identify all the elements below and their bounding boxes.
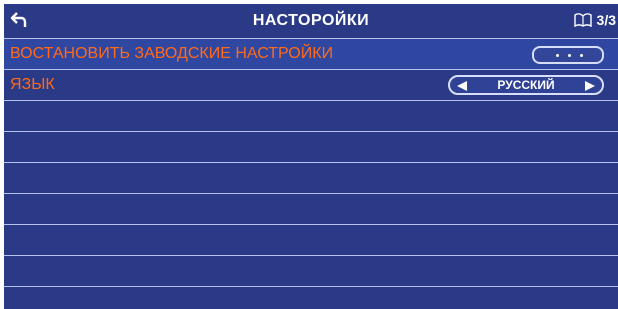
list-item-empty — [4, 162, 618, 193]
list-item-empty — [4, 286, 618, 309]
triangle-left-icon[interactable] — [456, 80, 468, 92]
list-item-empty — [4, 100, 618, 131]
factory-reset-button[interactable] — [532, 46, 604, 64]
language-value: РУССКИЙ — [497, 78, 555, 92]
open-book-icon — [574, 13, 592, 27]
dot-icon — [580, 54, 583, 57]
dot-icon — [568, 54, 571, 57]
header-bar: НАСТОРОЙКИ 3/3 — [4, 4, 618, 37]
triangle-right-icon[interactable] — [584, 80, 596, 92]
language-selector[interactable]: РУССКИЙ — [448, 75, 604, 95]
factory-reset-label: ВОСТАНОВИТЬ ЗАВОДСКИЕ НАСТРОЙКИ — [10, 45, 334, 62]
settings-screen: НАСТОРОЙКИ 3/3 ВОСТАНОВИТЬ ЗАВОДСКИЕ НАС… — [4, 4, 618, 309]
page-indicator: 3/3 — [596, 12, 616, 28]
page-title: НАСТОРОЙКИ — [252, 12, 370, 29]
settings-list: ВОСТАНОВИТЬ ЗАВОДСКИЕ НАСТРОЙКИ ЯЗЫК РУС… — [4, 38, 618, 309]
list-item-empty — [4, 193, 618, 224]
list-item-empty — [4, 255, 618, 286]
list-item-factory-reset[interactable]: ВОСТАНОВИТЬ ЗАВОДСКИЕ НАСТРОЙКИ — [4, 38, 618, 69]
list-item-empty — [4, 131, 618, 162]
dot-icon — [556, 54, 559, 57]
language-label: ЯЗЫК — [10, 76, 55, 93]
list-item-empty — [4, 224, 618, 255]
list-item-language[interactable]: ЯЗЫК РУССКИЙ — [4, 69, 618, 100]
